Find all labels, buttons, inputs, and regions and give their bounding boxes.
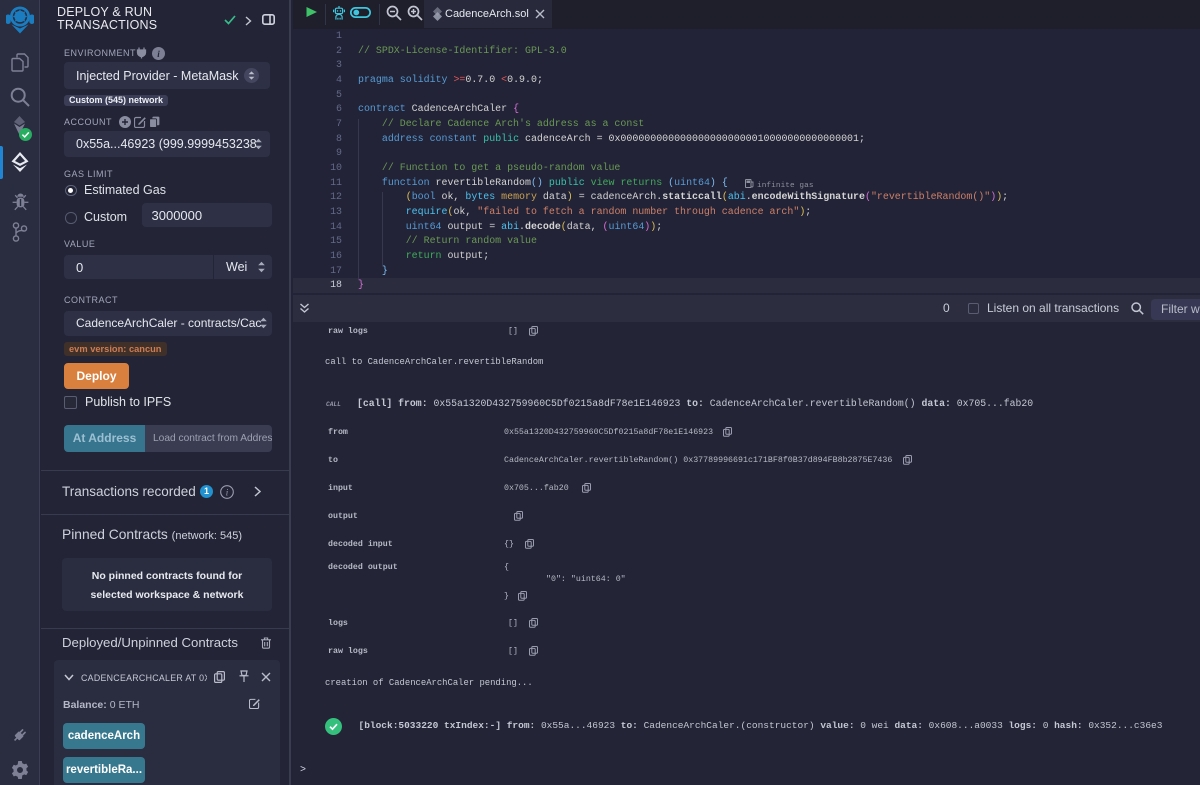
svg-text:i: i xyxy=(226,487,229,497)
